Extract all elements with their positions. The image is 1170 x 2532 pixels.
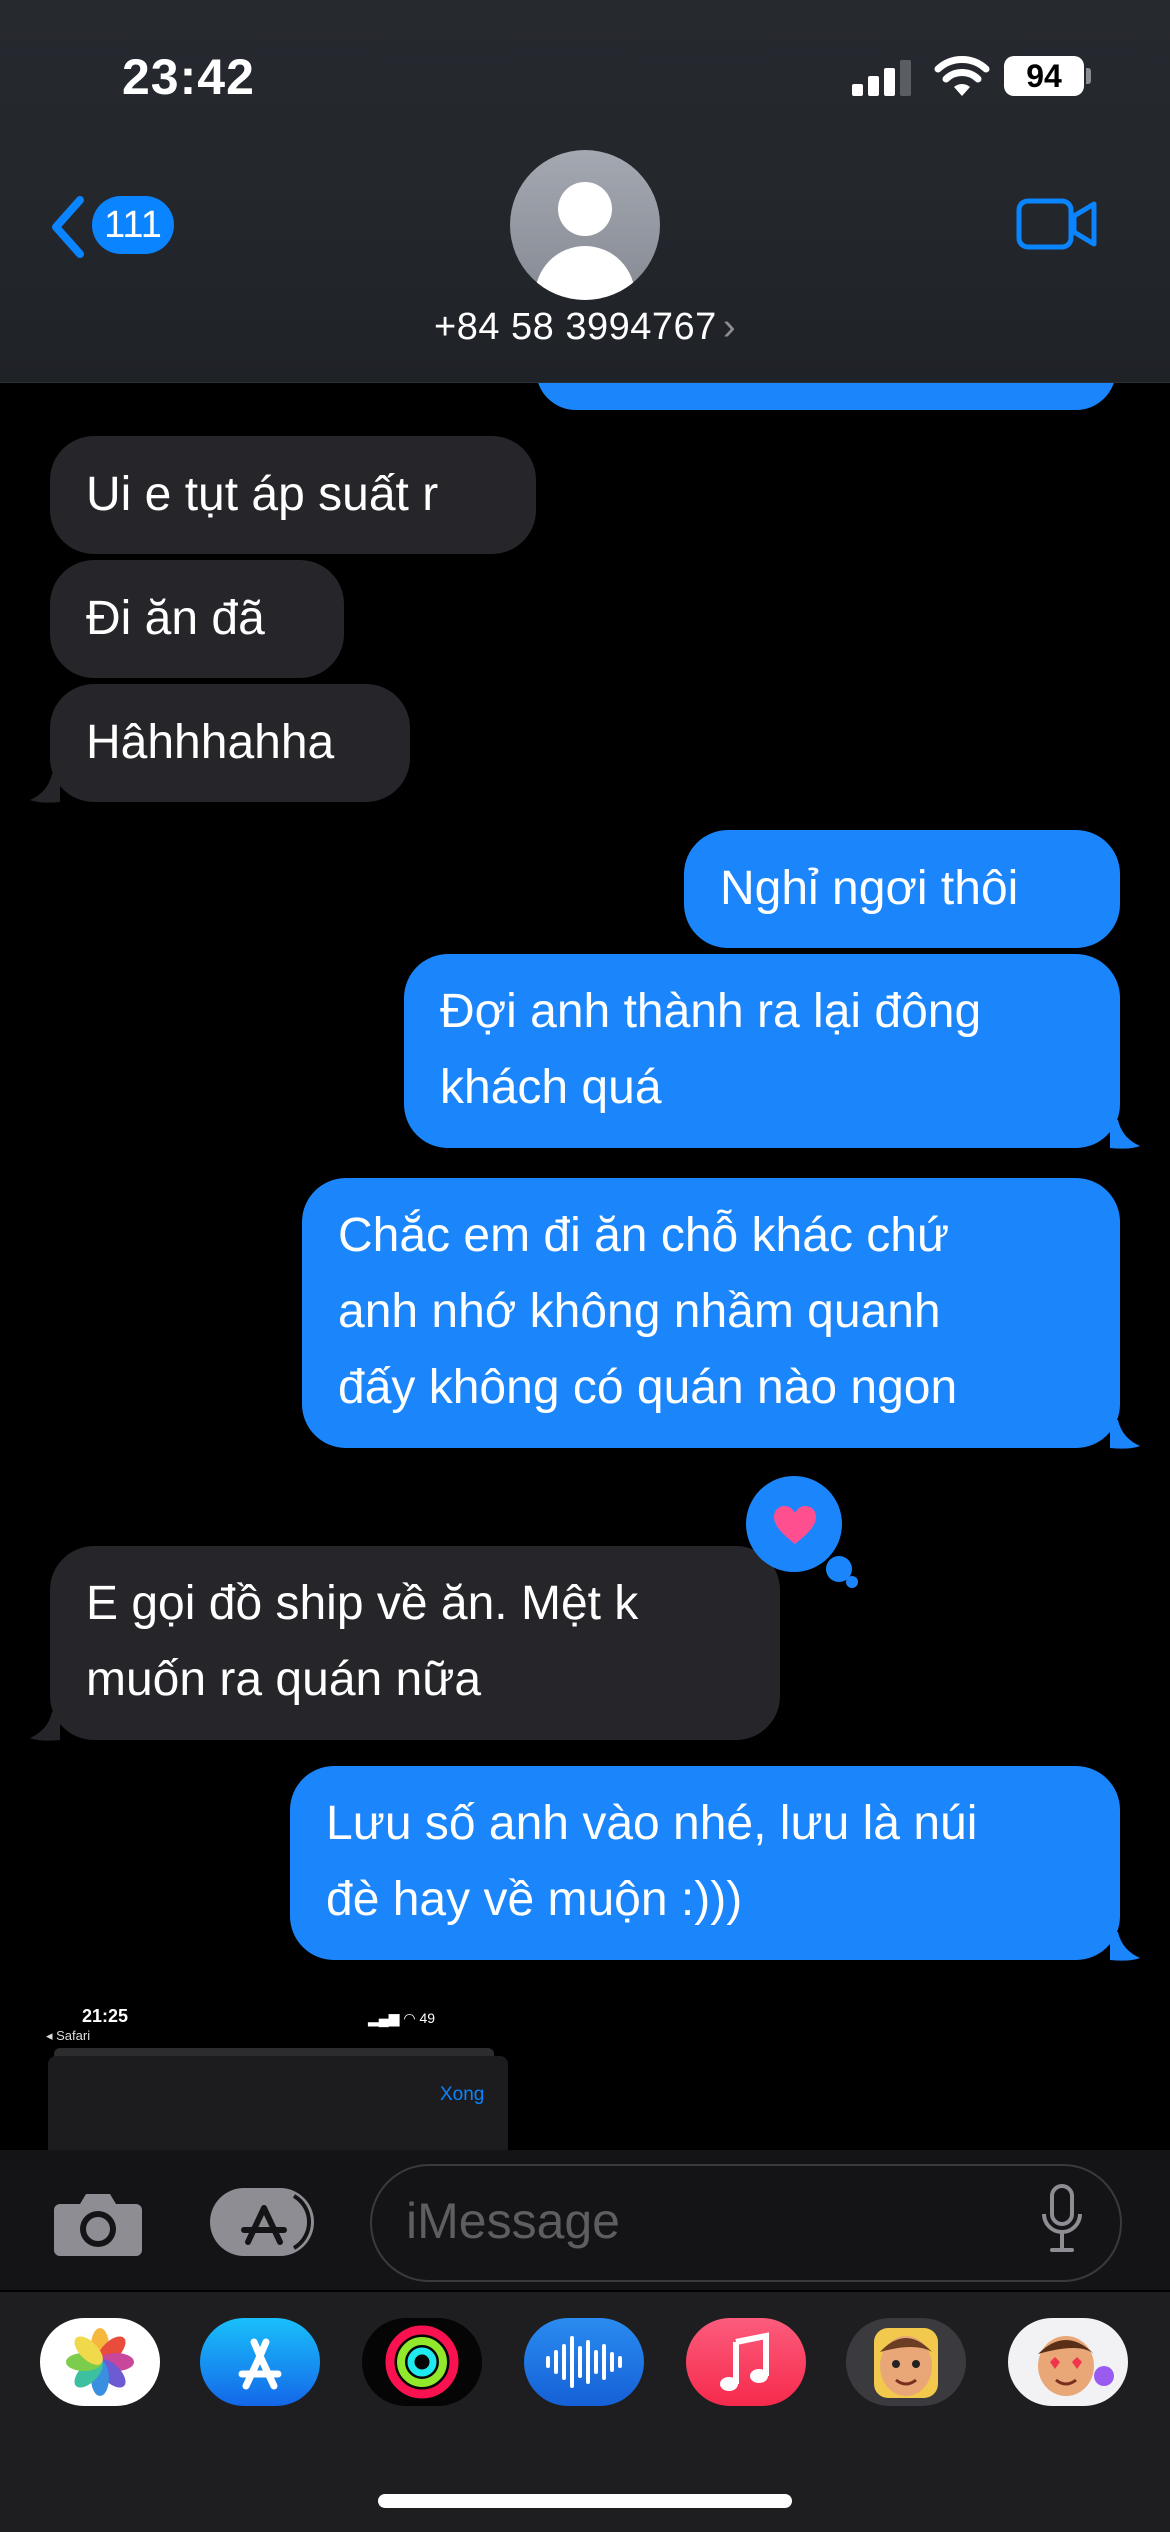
message-bubble-sent[interactable]: Đợi anh thành ra lại đông khách quá bbox=[404, 954, 1120, 1148]
attachment-sheet bbox=[48, 2056, 508, 2150]
message-bubble-received[interactable]: Đi ăn đã bbox=[50, 560, 344, 678]
wifi-icon bbox=[934, 56, 990, 96]
bubble-tail bbox=[1110, 1120, 1140, 1149]
music-icon[interactable] bbox=[686, 2318, 806, 2406]
heart-icon bbox=[774, 1506, 816, 1544]
message-text-line: Đợi anh thành ra lại đông bbox=[440, 985, 982, 1038]
attachment-time: 21:25 bbox=[82, 2006, 129, 2026]
chevron-right-icon: › bbox=[722, 306, 736, 348]
microphone-icon[interactable] bbox=[1040, 2184, 1084, 2256]
bubble-tail bbox=[30, 774, 60, 803]
message-bubble-sent[interactable]: Chắc em đi ăn chỗ khác chứ anh nhớ không… bbox=[302, 1178, 1120, 1448]
message-text: Đi ăn đã bbox=[86, 592, 265, 645]
message-text: Hâhhhahha bbox=[86, 716, 335, 769]
message-text-line: muốn ra quán nữa bbox=[86, 1653, 482, 1706]
tapback-reaction[interactable] bbox=[746, 1476, 858, 1588]
unread-count-badge[interactable]: 111 bbox=[92, 196, 174, 254]
app-store-apps-icon[interactable] bbox=[208, 2186, 320, 2258]
attachment-battery-level: 49 bbox=[419, 2010, 436, 2026]
contact-name[interactable]: +84 58 3994767 › bbox=[0, 306, 1170, 349]
message-text-line: Chắc em đi ăn chỗ khác chứ bbox=[338, 1209, 950, 1262]
message-text: Nghỉ ngơi thôi bbox=[720, 862, 1019, 915]
message-bubble-sent[interactable]: Nghỉ ngơi thôi bbox=[684, 830, 1120, 948]
memoji-stickers-icon[interactable] bbox=[1008, 2318, 1128, 2406]
facetime-video-icon[interactable] bbox=[1016, 196, 1098, 252]
message-bubble-sent[interactable]: Lưu số anh vào nhé, lưu là núi đè hay về… bbox=[290, 1766, 1120, 1960]
camera-icon[interactable] bbox=[52, 2188, 144, 2258]
message-bubble-received[interactable]: E gọi đồ ship về ăn. Mệt k muốn ra quán … bbox=[50, 1546, 780, 1740]
photos-icon[interactable] bbox=[40, 2318, 160, 2406]
message-text-line: Lưu số anh vào nhé, lưu là núi bbox=[326, 1797, 978, 1850]
attachment-back-label: ◂ Safari bbox=[46, 2028, 91, 2043]
contact-number: +84 58 3994767 bbox=[434, 306, 717, 348]
bubble-tail bbox=[1110, 1932, 1140, 1961]
app-store-icon[interactable] bbox=[200, 2318, 320, 2406]
status-time: 23:42 bbox=[122, 49, 255, 105]
cellular-signal-icon bbox=[852, 60, 914, 96]
attachment-done-label: Xong bbox=[440, 2084, 485, 2105]
bubble-tail bbox=[30, 1712, 60, 1741]
back-chevron-icon[interactable] bbox=[48, 194, 88, 260]
message-text-line: đấy không có quán nào ngon bbox=[338, 1361, 958, 1414]
attachment-battery: ▂▄▆ ◠ 49 bbox=[368, 2010, 436, 2026]
imessage-placeholder: iMessage bbox=[406, 2193, 620, 2249]
message-text: Ui e tụt áp suất r bbox=[86, 468, 439, 521]
message-bubble-received[interactable]: Hâhhhahha bbox=[50, 684, 410, 802]
image-attachment[interactable]: 21:25 ◂ Safari ▂▄▆ ◠ 49 Xong bbox=[32, 1990, 512, 2150]
conversation-header: 23:42 94 111 +84 58 3994767 › bbox=[0, 0, 1170, 383]
contact-avatar[interactable] bbox=[510, 150, 660, 300]
message-bubble-received[interactable]: Ui e tụt áp suất r bbox=[50, 436, 536, 554]
message-text-line: E gọi đồ ship về ăn. Mệt k bbox=[86, 1577, 639, 1630]
message-text-line: đè hay về muộn :))) bbox=[326, 1873, 743, 1926]
message-text-line: khách quá bbox=[440, 1061, 662, 1114]
battery-level: 94 bbox=[1004, 56, 1084, 96]
home-indicator[interactable] bbox=[378, 2494, 792, 2508]
memoji-icon[interactable] bbox=[846, 2318, 966, 2406]
battery-tip bbox=[1086, 68, 1091, 84]
fitness-icon[interactable] bbox=[362, 2318, 482, 2406]
message-text-line: anh nhớ không nhầm quanh bbox=[338, 1285, 941, 1338]
bubble-tail bbox=[1110, 1420, 1140, 1449]
voice-memos-icon[interactable] bbox=[524, 2318, 644, 2406]
